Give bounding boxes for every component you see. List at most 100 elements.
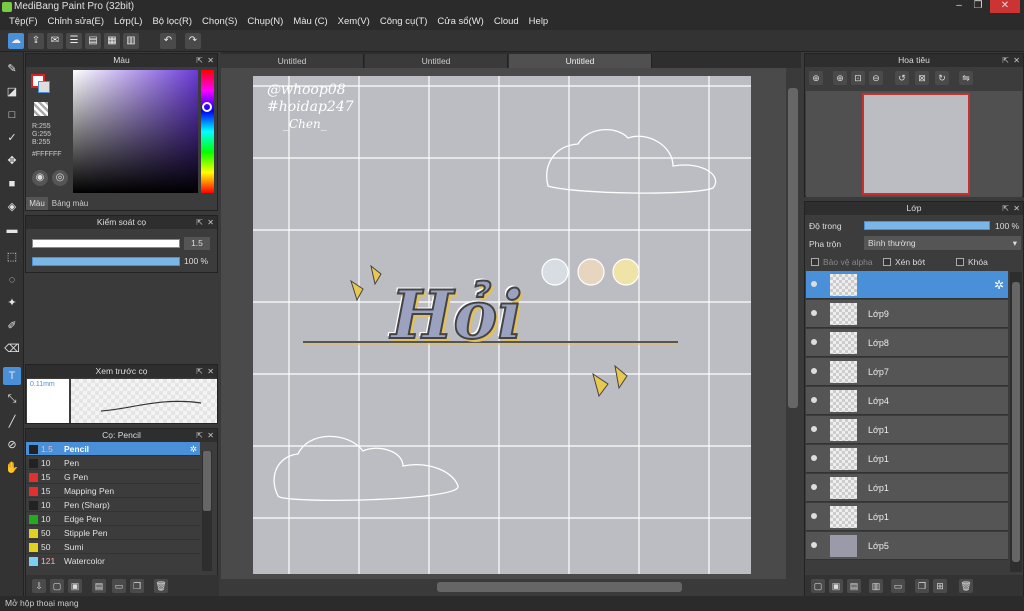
popout-icon[interactable]: ⇱ xyxy=(196,216,203,229)
secondary-color-swatch[interactable] xyxy=(38,81,50,93)
navigator-preview[interactable] xyxy=(806,91,1022,197)
close-icon[interactable]: ✕ xyxy=(207,216,214,229)
select-pen-tool-icon[interactable]: ✐ xyxy=(3,317,21,335)
cloud-icon[interactable]: ☁ xyxy=(8,33,24,49)
eye-icon[interactable] xyxy=(811,397,817,403)
close-icon[interactable]: ✕ xyxy=(990,0,1020,13)
document-icon[interactable]: ▤ xyxy=(85,33,101,49)
add-layer-menu-icon[interactable]: ▥ xyxy=(869,579,883,593)
brush-tool-icon[interactable]: ✎ xyxy=(3,60,21,78)
popout-icon[interactable]: ⇱ xyxy=(196,365,203,378)
eyedropper-tool-icon[interactable]: ⊘ xyxy=(3,436,21,454)
edit-brush-icon[interactable]: ▤ xyxy=(92,579,106,593)
tab-color[interactable]: Màu xyxy=(26,197,48,210)
layer-row[interactable]: ✲ xyxy=(806,271,1008,299)
tab-document-3[interactable]: Untitled xyxy=(509,54,652,68)
new-brush-icon[interactable]: ▢ xyxy=(50,579,64,593)
brush-item-pen-sharp[interactable]: 10 Pen (Sharp) xyxy=(26,498,200,512)
protect-alpha-checkbox[interactable] xyxy=(811,258,819,266)
menu-filter[interactable]: Bộ lọc(R) xyxy=(147,14,197,30)
duplicate-icon[interactable]: ❐ xyxy=(130,579,144,593)
popout-icon[interactable]: ⇱ xyxy=(196,54,203,67)
layer-row[interactable]: Lớp1 xyxy=(806,416,1008,444)
layer-row[interactable]: Lớp5 xyxy=(806,532,1008,560)
duplicate-layer-icon[interactable]: ❐ xyxy=(915,579,929,593)
layer-opacity-slider[interactable] xyxy=(864,221,990,230)
horizontal-scrollbar[interactable] xyxy=(221,580,786,594)
brush-opacity-slider[interactable] xyxy=(32,257,180,266)
close-icon[interactable]: ✕ xyxy=(207,365,214,378)
menu-color[interactable]: Màu (C) xyxy=(288,14,332,30)
lasso-tool-icon[interactable]: ◌ xyxy=(3,271,21,289)
new-layer-icon[interactable]: ▢ xyxy=(811,579,825,593)
zoom-out-icon[interactable]: ⊖ xyxy=(869,71,883,85)
color-saturation-field[interactable] xyxy=(73,70,198,193)
fit-view-icon[interactable]: ⊡ xyxy=(851,71,865,85)
eye-icon[interactable] xyxy=(811,513,817,519)
menu-window[interactable]: Cửa sổ(W) xyxy=(432,14,488,30)
add-brush-icon[interactable]: ▣ xyxy=(68,579,82,593)
flip-icon[interactable]: ⇋ xyxy=(959,71,973,85)
layer-row[interactable]: Lớp1 xyxy=(806,474,1008,502)
folder-icon[interactable]: ▭ xyxy=(891,579,905,593)
menu-snap[interactable]: Chụp(N) xyxy=(242,14,288,30)
zoom-in-icon[interactable]: ⊕ xyxy=(809,71,823,85)
menu-tools[interactable]: Công cụ(T) xyxy=(375,14,433,30)
clipping-checkbox[interactable] xyxy=(883,258,891,266)
palette-icon[interactable]: ◉ xyxy=(32,170,48,186)
upload-icon[interactable]: ⇪ xyxy=(28,33,44,49)
layer-row[interactable]: Lớp7 xyxy=(806,358,1008,386)
fill-shape-tool-icon[interactable]: ■ xyxy=(3,175,21,193)
hue-slider[interactable] xyxy=(201,70,214,193)
merge-layer-icon[interactable]: ⊞ xyxy=(933,579,947,593)
divide-tool-icon[interactable]: ╱ xyxy=(3,413,21,431)
rotate-right-icon[interactable]: ↻ xyxy=(935,71,949,85)
brush-item-mapping-pen[interactable]: 15 Mapping Pen xyxy=(26,484,200,498)
vertical-scrollbar[interactable] xyxy=(786,68,800,579)
brush-item-watercolor[interactable]: 121 Watercolor xyxy=(26,554,200,568)
lock-checkbox[interactable] xyxy=(956,258,964,266)
grid-icon[interactable]: ▦ xyxy=(104,33,120,49)
select-eraser-tool-icon[interactable]: ⌫ xyxy=(3,340,21,358)
bucket-tool-icon[interactable]: ◈ xyxy=(3,198,21,216)
fit-window-icon[interactable]: ⊠ xyxy=(915,71,929,85)
color-wheel-icon[interactable]: ◎ xyxy=(52,170,68,186)
eye-icon[interactable] xyxy=(811,484,817,490)
brush-item-pencil[interactable]: 1.5 Pencil ✲ xyxy=(26,442,200,456)
popout-icon[interactable]: ⇱ xyxy=(196,429,203,442)
undo-icon[interactable]: ↶ xyxy=(160,33,176,49)
close-icon[interactable]: ✕ xyxy=(1013,202,1020,215)
eye-icon[interactable] xyxy=(811,310,817,316)
brush-item-sumi[interactable]: 50 Sumi xyxy=(26,540,200,554)
zoom-in-small-icon[interactable]: ⊕ xyxy=(833,71,847,85)
menu-cloud[interactable]: Cloud xyxy=(489,14,524,30)
rotate-left-icon[interactable]: ↺ xyxy=(895,71,909,85)
gear-icon[interactable]: ✲ xyxy=(190,442,197,456)
rectangle-tool-icon[interactable]: □ xyxy=(3,106,21,124)
tab-document-2[interactable]: Untitled xyxy=(365,54,508,68)
redo-icon[interactable]: ↷ xyxy=(185,33,201,49)
magic-wand-tool-icon[interactable]: ✦ xyxy=(3,294,21,312)
hue-handle[interactable] xyxy=(202,102,212,112)
eye-icon[interactable] xyxy=(811,281,817,287)
layer-scrollbar[interactable] xyxy=(1010,272,1022,572)
layout-icon[interactable]: ▥ xyxy=(123,33,139,49)
eye-icon[interactable] xyxy=(811,426,817,432)
brush-list-scrollbar[interactable] xyxy=(202,451,212,571)
cloud-download-icon[interactable]: ⇩ xyxy=(32,579,46,593)
close-icon[interactable]: ✕ xyxy=(207,54,214,67)
menu-edit[interactable]: Chỉnh sửa(E) xyxy=(43,14,110,30)
brush-item-g-pen[interactable]: 15 G Pen xyxy=(26,470,200,484)
operation-tool-icon[interactable]: ⤡ xyxy=(3,390,21,408)
pen-tool-icon[interactable]: ✓ xyxy=(3,129,21,147)
menu-file[interactable]: Tệp(F) xyxy=(4,14,43,30)
comment-icon[interactable]: ✉ xyxy=(47,33,63,49)
brush-item-edge-pen[interactable]: 10 Edge Pen xyxy=(26,512,200,526)
move-tool-icon[interactable]: ✥ xyxy=(3,152,21,170)
folder-icon[interactable]: ▭ xyxy=(112,579,126,593)
gradient-tool-icon[interactable]: ▬ xyxy=(3,221,21,239)
select-rect-tool-icon[interactable]: ⬚ xyxy=(3,248,21,266)
restore-icon[interactable]: ❐ xyxy=(970,0,986,13)
popout-icon[interactable]: ⇱ xyxy=(1002,202,1009,215)
text-tool-icon[interactable]: T xyxy=(3,367,21,385)
